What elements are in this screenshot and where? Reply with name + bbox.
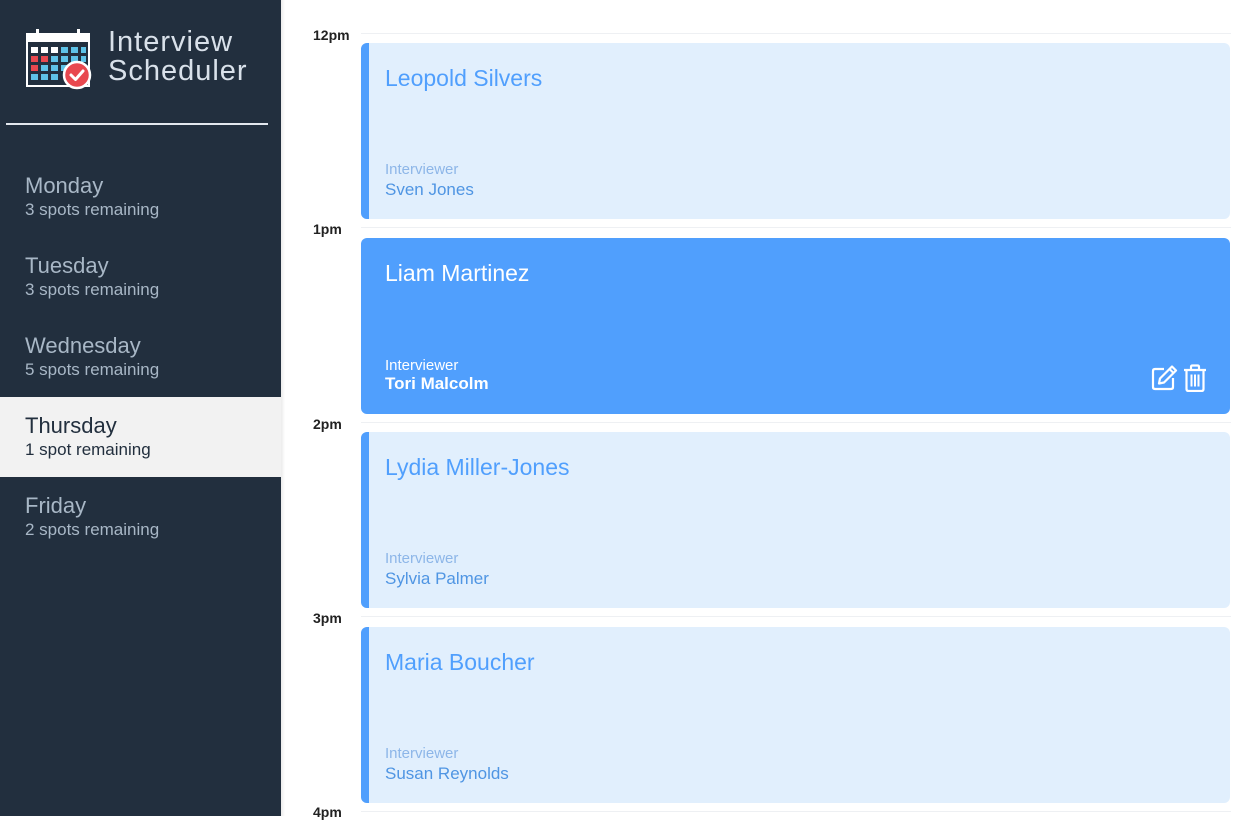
slot-divider <box>361 811 1231 812</box>
time-label-1pm: 1pm <box>313 221 342 237</box>
slot-divider <box>361 33 1231 34</box>
edit-icon <box>1151 365 1178 391</box>
interviewer-label: Interviewer <box>385 745 459 762</box>
interviewer-label: Interviewer <box>385 161 459 178</box>
day-spots: 1 spot remaining <box>25 440 151 459</box>
interviewer-name: Sven Jones <box>385 180 474 199</box>
day-item-monday[interactable]: Monday 3 spots remaining <box>0 157 281 237</box>
student-name: Lydia Miller-Jones <box>385 454 570 480</box>
app-title: Interview Scheduler <box>108 28 248 86</box>
schedule: 12pm 1pm 2pm 3pm 4pm Leopold Silvers Int… <box>313 0 1253 820</box>
day-name: Thursday <box>25 413 117 438</box>
time-label-12pm: 12pm <box>313 27 350 43</box>
app-title-line-2: Scheduler <box>108 55 248 87</box>
slot-divider <box>361 227 1231 228</box>
time-label-4pm: 4pm <box>313 804 342 820</box>
day-item-tuesday[interactable]: Tuesday 3 spots remaining <box>0 237 281 317</box>
appointment-accent <box>361 432 369 608</box>
day-name: Wednesday <box>25 333 141 358</box>
appointment-card[interactable]: Maria Boucher Interviewer Susan Reynolds <box>361 627 1230 803</box>
sidebar-shadow <box>281 0 285 816</box>
edit-button[interactable] <box>1150 364 1178 394</box>
day-list: Monday 3 spots remaining Tuesday 3 spots… <box>0 157 281 557</box>
day-name: Tuesday <box>25 253 109 278</box>
day-spots: 3 spots remaining <box>25 200 160 219</box>
day-spots: 3 spots remaining <box>25 280 160 299</box>
day-spots: 2 spots remaining <box>25 520 160 539</box>
day-name: Friday <box>25 493 87 518</box>
appointment-accent <box>361 43 369 219</box>
appointment-actions <box>1150 364 1208 394</box>
interviewer-name: Sylvia Palmer <box>385 569 489 588</box>
slot-divider <box>361 616 1231 617</box>
student-name: Leopold Silvers <box>385 65 543 91</box>
day-name: Monday <box>25 173 104 198</box>
interviewer-name: Tori Malcolm <box>385 374 489 393</box>
student-name: Liam Martinez <box>385 260 530 286</box>
appointment-accent <box>361 627 369 803</box>
appointment-card-active[interactable]: Liam Martinez Interviewer Tori Malcolm <box>361 238 1230 414</box>
day-spots: 5 spots remaining <box>25 360 160 379</box>
app-title-line-1: Interview <box>108 26 234 58</box>
time-label-3pm: 3pm <box>313 610 342 626</box>
appointment-card[interactable]: Lydia Miller-Jones Interviewer Sylvia Pa… <box>361 432 1230 608</box>
interviewer-label: Interviewer <box>385 550 459 567</box>
calendar-check-logo-icon <box>26 29 92 90</box>
day-item-friday[interactable]: Friday 2 spots remaining <box>0 477 281 557</box>
delete-button[interactable] <box>1183 364 1211 394</box>
trash-icon <box>1184 364 1206 393</box>
appointment-card[interactable]: Leopold Silvers Interviewer Sven Jones <box>361 43 1230 219</box>
sidebar: Interview Scheduler Monday 3 spots remai… <box>0 0 281 816</box>
slot-divider <box>361 422 1231 423</box>
time-label-2pm: 2pm <box>313 416 342 432</box>
interviewer-name: Susan Reynolds <box>385 764 509 783</box>
student-name: Maria Boucher <box>385 649 535 675</box>
sidebar-divider <box>6 123 268 125</box>
day-item-wednesday[interactable]: Wednesday 5 spots remaining <box>0 317 281 397</box>
day-item-thursday[interactable]: Thursday 1 spot remaining <box>0 397 281 477</box>
interviewer-label: Interviewer <box>385 357 459 374</box>
